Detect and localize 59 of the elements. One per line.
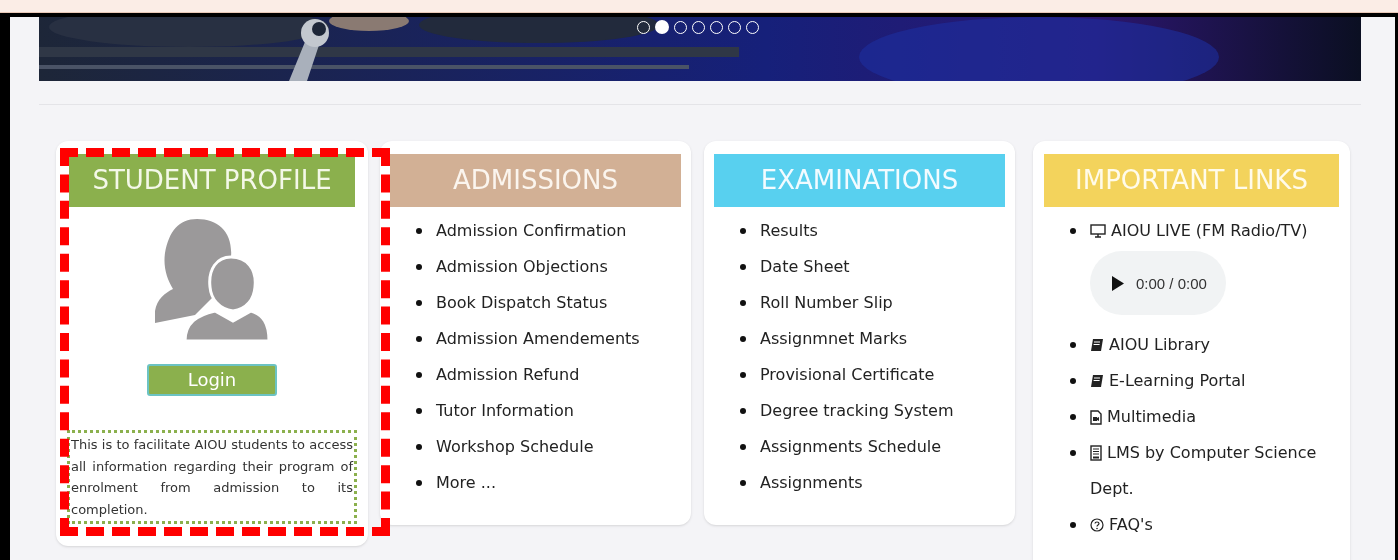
link[interactable]: Roll Number Slip <box>760 291 893 315</box>
bullet-icon <box>740 444 746 450</box>
link[interactable]: LMS by Computer Science Dept. <box>1090 435 1331 507</box>
monitor-icon <box>1090 224 1106 238</box>
link[interactable]: Provisional Certificate <box>760 363 935 387</box>
bullet-icon <box>1070 378 1076 384</box>
bullet-icon <box>416 480 422 486</box>
section-header: IMPORTANT LINKS <box>1044 154 1339 207</box>
bullet-icon <box>416 408 422 414</box>
bullet-icon <box>416 300 422 306</box>
bullet-icon <box>740 480 746 486</box>
link[interactable]: Workshop Schedule <box>436 435 594 459</box>
bullet-icon <box>740 264 746 270</box>
link[interactable]: FAQ's <box>1090 507 1331 543</box>
time-display: 0:00 / 0:00 <box>1136 275 1207 291</box>
description-text: This is to facilitate AIOU students to access all information regarding their program of enrolment from admission to its completion. <box>67 430 357 524</box>
link[interactable]: Results <box>760 219 818 243</box>
book-icon <box>1090 373 1104 389</box>
link[interactable]: AIOU Library <box>1090 327 1331 363</box>
link[interactable]: More ... <box>436 471 496 495</box>
section-header: EXAMINATIONS <box>714 154 1005 207</box>
link[interactable]: E-Learning Portal <box>1090 363 1331 399</box>
bullet-icon <box>740 228 746 234</box>
bullet-icon <box>740 408 746 414</box>
bullet-icon <box>416 336 422 342</box>
media-file-icon <box>1090 409 1102 425</box>
bullet-icon <box>1070 450 1076 456</box>
section-header: ADMISSIONS <box>390 154 681 207</box>
bullet-icon <box>740 372 746 378</box>
link[interactable]: Tutor Information <box>436 399 574 423</box>
link[interactable]: Admission Objections <box>436 255 608 279</box>
bullet-icon <box>1070 522 1076 528</box>
link[interactable]: Book Dispatch Status <box>436 291 608 315</box>
bullet-icon <box>416 372 422 378</box>
users-icon <box>154 219 270 341</box>
link[interactable]: Date Sheet <box>760 255 850 279</box>
bullet-icon <box>1070 414 1076 420</box>
bullet-icon <box>1070 228 1076 234</box>
help-icon <box>1090 518 1104 532</box>
link[interactable]: Admission Refund <box>436 363 580 387</box>
tablet-icon <box>1090 445 1102 461</box>
link[interactable]: Assignmnet Marks <box>760 327 908 351</box>
bullet-icon <box>416 444 422 450</box>
audio-player[interactable]: 0:00 / 0:00 <box>1090 251 1226 315</box>
link[interactable]: Multimedia <box>1090 399 1331 435</box>
bullet-icon <box>416 264 422 270</box>
link[interactable]: Admission Confirmation <box>436 219 627 243</box>
play-icon[interactable] <box>1112 275 1124 291</box>
section-header: STUDENT PROFILE <box>69 154 355 207</box>
bullet-icon <box>740 300 746 306</box>
link[interactable]: Admission Amendements <box>436 327 640 351</box>
bullet-icon <box>1070 342 1076 348</box>
book-icon <box>1090 337 1104 353</box>
link[interactable]: Assignments <box>760 471 863 495</box>
link[interactable]: Degree tracking System <box>760 399 954 423</box>
bullet-icon <box>740 336 746 342</box>
bullet-icon <box>416 228 422 234</box>
link[interactable]: AIOU LIVE (FM Radio/TV) <box>1090 213 1331 249</box>
link[interactable]: Assignments Schedule <box>760 435 942 459</box>
